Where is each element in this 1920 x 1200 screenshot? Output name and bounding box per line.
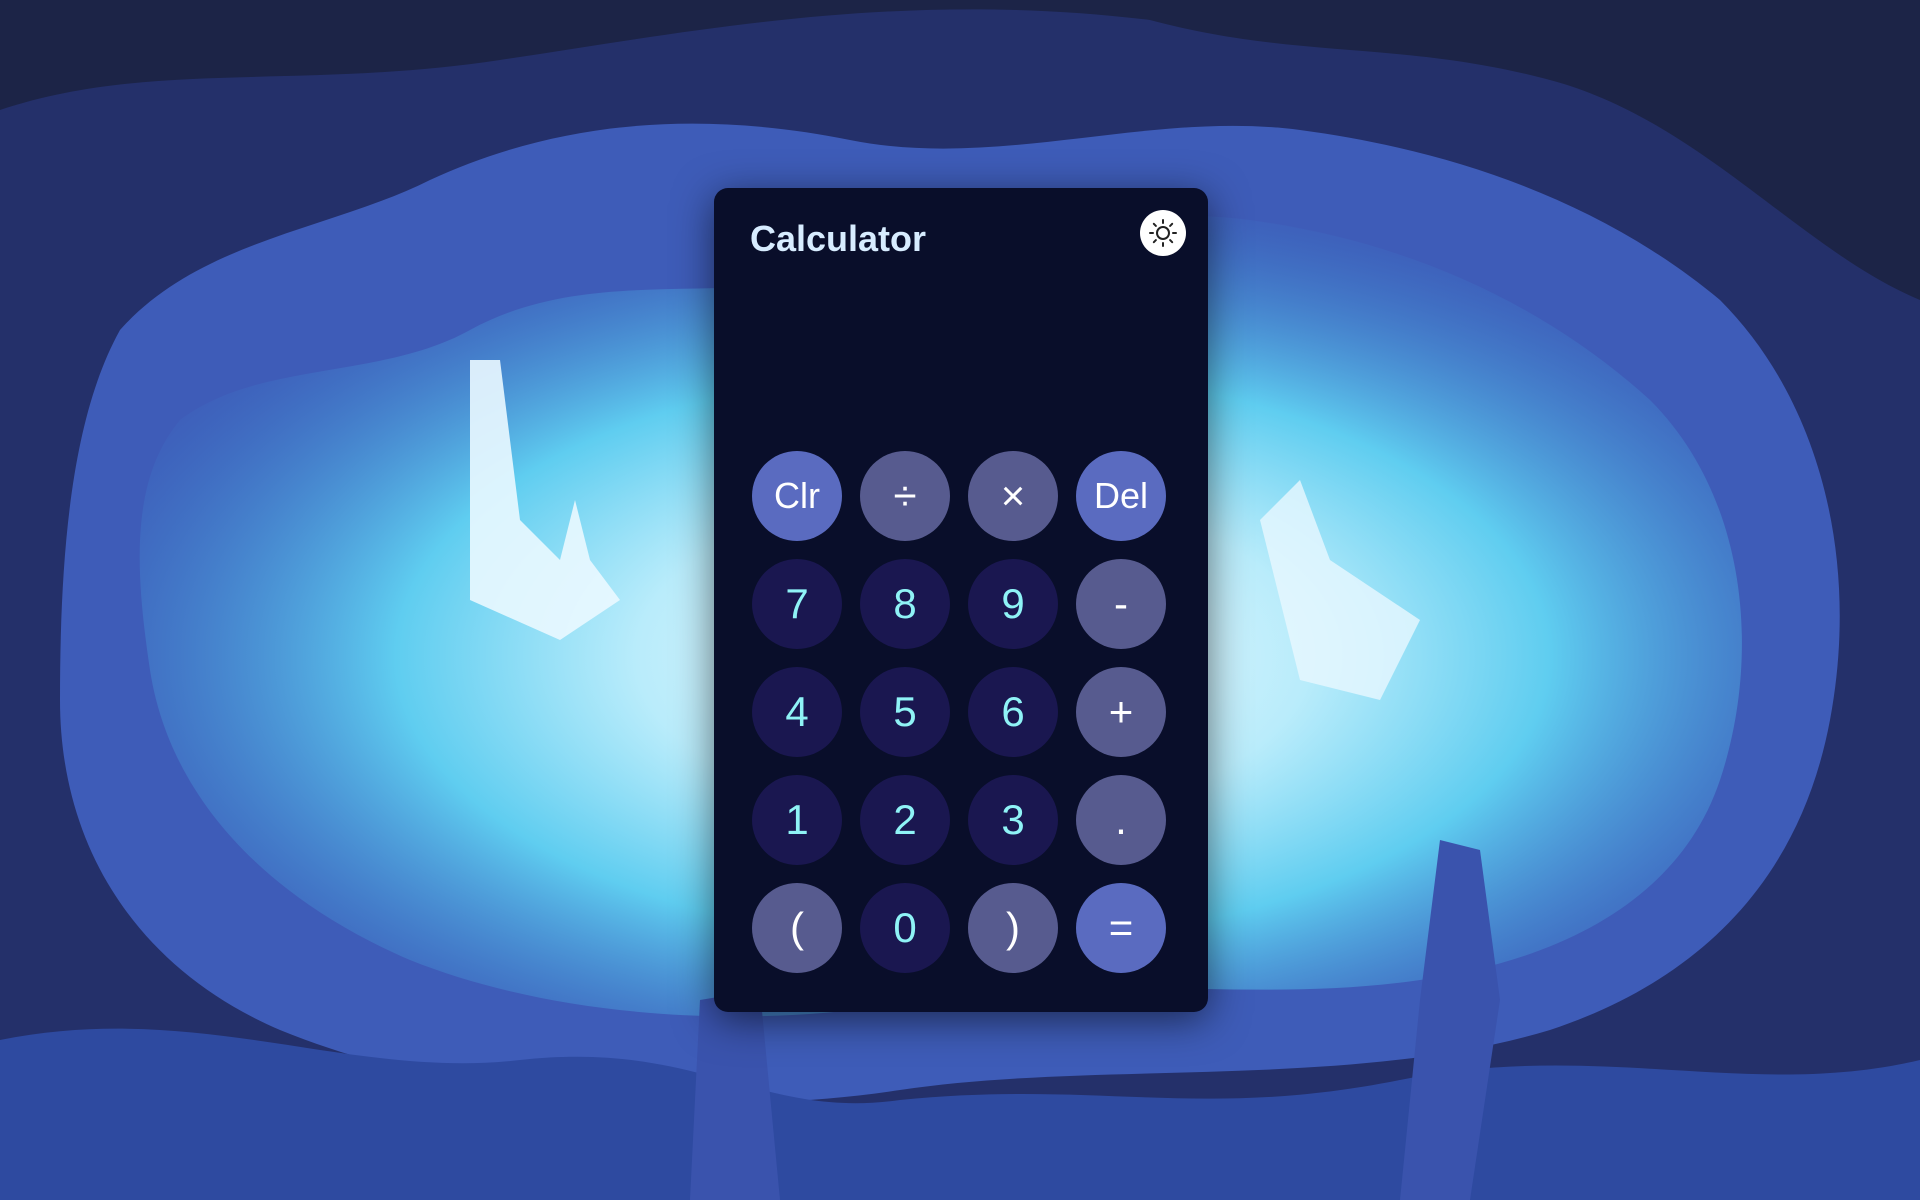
keypad: Clr ÷ × Del 7 8 9- 4 5 6 +1 2 3. (0) = bbox=[752, 451, 1166, 973]
digit-6-button[interactable]: 6 bbox=[968, 667, 1058, 757]
digit-3-button[interactable]: 3 bbox=[968, 775, 1058, 865]
digit-8-button[interactable]: 8 bbox=[860, 559, 950, 649]
close-paren-button[interactable]: ) bbox=[968, 883, 1058, 973]
equals-button[interactable]: = bbox=[1076, 883, 1166, 973]
app-title: Calculator bbox=[750, 218, 927, 259]
theme-toggle-button[interactable] bbox=[1140, 210, 1186, 256]
clear-button[interactable]: Clr bbox=[752, 451, 842, 541]
digit-2-button[interactable]: 2 bbox=[860, 775, 950, 865]
digit-9-button[interactable]: 9 bbox=[968, 559, 1058, 649]
multiply-button[interactable]: × bbox=[968, 451, 1058, 541]
open-paren-button[interactable]: ( bbox=[752, 883, 842, 973]
digit-0-button[interactable]: 0 bbox=[860, 883, 950, 973]
add-button[interactable]: + bbox=[1076, 667, 1166, 757]
calculator-window: Calculator Clr ÷ × Del 7 8 9- 4 5 6 +1 2 3. (0) = bbox=[714, 188, 1208, 1012]
decimal-button[interactable]: . bbox=[1076, 775, 1166, 865]
digit-1-button[interactable]: 1 bbox=[752, 775, 842, 865]
digit-5-button[interactable]: 5 bbox=[860, 667, 950, 757]
digit-7-button[interactable]: 7 bbox=[752, 559, 842, 649]
subtract-button[interactable]: - bbox=[1076, 559, 1166, 649]
sun-icon bbox=[1149, 219, 1177, 247]
calculator-display bbox=[750, 288, 1172, 428]
digit-4-button[interactable]: 4 bbox=[752, 667, 842, 757]
delete-button[interactable]: Del bbox=[1076, 451, 1166, 541]
divide-button[interactable]: ÷ bbox=[860, 451, 950, 541]
